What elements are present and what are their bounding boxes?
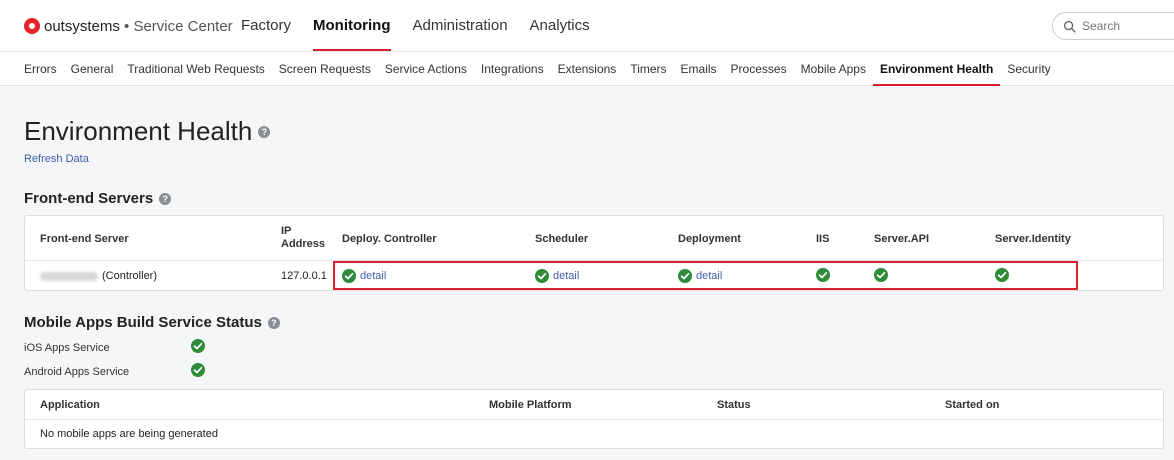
col-server-identity: Server.Identity	[995, 233, 1071, 245]
brand-name: outsystems	[44, 17, 120, 35]
header-divider	[25, 419, 1163, 420]
col-application: Application	[40, 399, 100, 411]
sub-nav-mobile-apps[interactable]: Mobile Apps	[794, 52, 873, 85]
sub-nav-emails[interactable]: Emails	[674, 52, 724, 85]
page-title-text: Environment Health	[24, 116, 253, 146]
sub-nav-extensions[interactable]: Extensions	[551, 52, 624, 85]
sub-nav-service-actions[interactable]: Service Actions	[378, 52, 474, 85]
search-box[interactable]	[1052, 12, 1174, 40]
col-server-api: Server.API	[874, 233, 930, 245]
sub-nav-general[interactable]: General	[64, 52, 121, 85]
android-service-label: Android Apps Service	[24, 366, 130, 378]
check-circle-icon	[191, 363, 205, 377]
sub-nav-environment-health[interactable]: Environment Health	[872, 52, 1001, 86]
sub-nav-traditional-web-requests[interactable]: Traditional Web Requests	[120, 52, 271, 85]
main-nav-analytics[interactable]: Analytics	[519, 0, 601, 51]
check-circle-icon	[191, 339, 205, 353]
empty-message: No mobile apps are being generated	[40, 428, 218, 440]
sub-nav: Errors General Traditional Web Requests …	[0, 51, 1174, 86]
brand-separator: •	[119, 17, 134, 35]
frontend-servers-title: Front-end Servers ?	[24, 190, 172, 207]
redacted-server-name	[40, 271, 98, 281]
top-bar: outsystems • Service Center Factory Moni…	[0, 0, 1174, 51]
help-icon[interactable]: ?	[159, 192, 172, 205]
page-title: Environment Health ?	[24, 116, 271, 147]
sub-nav-screen-requests[interactable]: Screen Requests	[272, 52, 378, 85]
sub-nav-processes[interactable]: Processes	[724, 52, 794, 85]
mobile-build-title-text: Mobile Apps Build Service Status	[24, 314, 262, 331]
sub-nav-security[interactable]: Security	[1000, 52, 1057, 85]
outsystems-logo-icon	[24, 18, 40, 34]
frontend-servers-title-text: Front-end Servers	[24, 190, 154, 207]
mobile-build-title: Mobile Apps Build Service Status ?	[24, 314, 280, 331]
col-iis: IIS	[816, 233, 830, 245]
main-nav-administration[interactable]: Administration	[402, 0, 519, 51]
search-input[interactable]	[1082, 19, 1162, 33]
sub-nav-integrations[interactable]: Integrations	[474, 52, 551, 85]
logo-text: outsystems • Service Center	[44, 18, 233, 35]
search-icon	[1063, 20, 1076, 33]
ios-service-label: iOS Apps Service	[24, 342, 110, 354]
main-nav: Factory Monitoring Administration Analyt…	[230, 0, 601, 51]
outsystems-logo[interactable]: outsystems • Service Center	[24, 16, 233, 36]
main-nav-factory[interactable]: Factory	[230, 0, 302, 51]
col-started-on: Started on	[945, 399, 1000, 411]
main-nav-monitoring[interactable]: Monitoring	[302, 0, 401, 51]
mobile-apps-table: Application Mobile Platform Status Start…	[24, 389, 1164, 449]
help-icon[interactable]: ?	[267, 316, 280, 329]
cell-server-name: (Controller)	[40, 268, 157, 284]
col-ip-line2: Address	[281, 238, 326, 250]
col-status: Status	[717, 399, 751, 411]
cell-ip: 127.0.0.1	[281, 270, 327, 282]
col-ip-line1: IP	[281, 225, 292, 237]
help-icon[interactable]: ?	[258, 125, 271, 138]
brand-product: Service Center	[133, 17, 233, 35]
col-scheduler: Scheduler	[535, 233, 589, 245]
server-suffix: (Controller)	[102, 270, 158, 282]
col-ip-address: IP Address	[281, 225, 325, 251]
col-mobile-platform: Mobile Platform	[489, 399, 572, 411]
highlight-box	[333, 261, 1078, 290]
col-frontend-server: Front-end Server	[40, 233, 129, 245]
refresh-data-link[interactable]: Refresh Data	[24, 153, 89, 165]
sub-nav-errors[interactable]: Errors	[17, 52, 64, 85]
col-deployment: Deployment	[678, 233, 741, 245]
col-deploy-controller: Deploy. Controller	[342, 233, 437, 245]
sub-nav-timers[interactable]: Timers	[623, 52, 673, 85]
